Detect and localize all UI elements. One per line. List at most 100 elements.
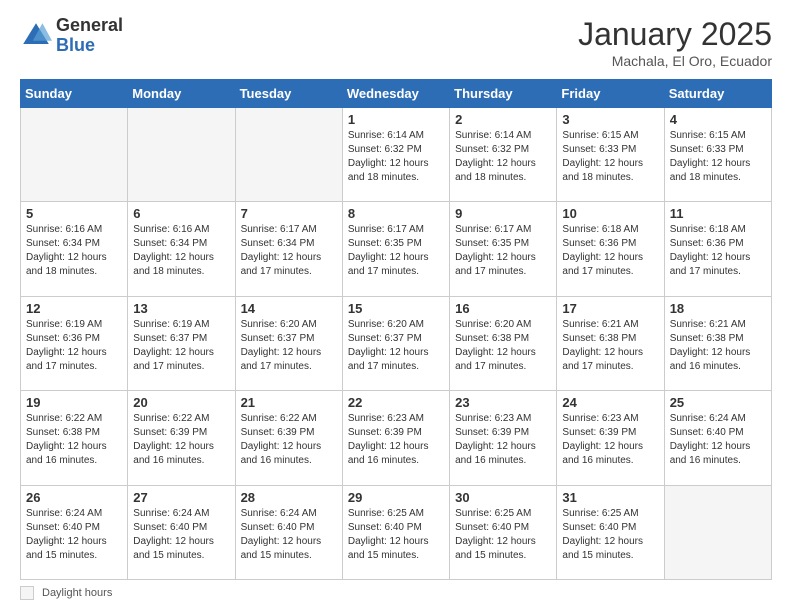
column-header-tuesday: Tuesday <box>235 80 342 108</box>
logo: General Blue <box>20 16 123 56</box>
day-cell: 2 Sunrise: 6:14 AMSunset: 6:32 PMDaylight… <box>450 108 557 202</box>
day-number: 16 <box>455 301 551 316</box>
day-info: Sunrise: 6:14 AMSunset: 6:32 PMDaylight:… <box>348 129 444 185</box>
day-number: 19 <box>26 395 122 410</box>
day-cell: 6 Sunrise: 6:16 AMSunset: 6:34 PMDaylight… <box>128 202 235 296</box>
day-cell <box>235 108 342 202</box>
day-number: 10 <box>562 206 658 221</box>
day-cell: 22 Sunrise: 6:23 AMSunset: 6:39 PMDayligh… <box>342 391 449 485</box>
day-cell: 31 Sunrise: 6:25 AMSunset: 6:40 PMDayligh… <box>557 485 664 579</box>
column-header-wednesday: Wednesday <box>342 80 449 108</box>
day-info: Sunrise: 6:24 AMSunset: 6:40 PMDaylight:… <box>26 507 122 563</box>
day-info: Sunrise: 6:24 AMSunset: 6:40 PMDaylight:… <box>670 412 766 468</box>
day-info: Sunrise: 6:22 AMSunset: 6:39 PMDaylight:… <box>241 412 337 468</box>
day-info: Sunrise: 6:23 AMSunset: 6:39 PMDaylight:… <box>562 412 658 468</box>
day-cell: 29Sunrise: 6:25 AMSunset: 6:40 PMDayligh… <box>342 485 449 579</box>
calendar-table: SundayMondayTuesdayWednesdayThursdayFrid… <box>20 79 772 580</box>
day-number: 26 <box>26 490 122 505</box>
day-number: 20 <box>133 395 229 410</box>
day-number: 27 <box>133 490 229 505</box>
daylight-box <box>20 586 34 600</box>
column-header-monday: Monday <box>128 80 235 108</box>
day-number: 29 <box>348 490 444 505</box>
day-cell: 14 Sunrise: 6:20 AMSunset: 6:37 PMDayligh… <box>235 296 342 390</box>
location-subtitle: Machala, El Oro, Ecuador <box>578 53 772 69</box>
day-cell: 11 Sunrise: 6:18 AMSunset: 6:36 PMDayligh… <box>664 202 771 296</box>
day-cell: 28Sunrise: 6:24 AMSunset: 6:40 PMDayligh… <box>235 485 342 579</box>
day-cell: 16 Sunrise: 6:20 AMSunset: 6:38 PMDayligh… <box>450 296 557 390</box>
day-cell: 26 Sunrise: 6:24 AMSunset: 6:40 PMDayligh… <box>21 485 128 579</box>
day-info: Sunrise: 6:18 AMSunset: 6:36 PMDaylight:… <box>562 223 658 279</box>
column-header-sunday: Sunday <box>21 80 128 108</box>
day-number: 30 <box>455 490 551 505</box>
day-number: 6 <box>133 206 229 221</box>
day-info: Sunrise: 6:23 AMSunset: 6:39 PMDaylight:… <box>455 412 551 468</box>
day-cell: 30Sunrise: 6:25 AMSunset: 6:40 PMDayligh… <box>450 485 557 579</box>
day-cell: 17Sunrise: 6:21 AMSunset: 6:38 PMDayligh… <box>557 296 664 390</box>
day-cell: 27 Sunrise: 6:24 AMSunset: 6:40 PMDayligh… <box>128 485 235 579</box>
day-info: Sunrise: 6:20 AMSunset: 6:37 PMDaylight:… <box>241 318 337 374</box>
day-cell: 19 Sunrise: 6:22 AMSunset: 6:38 PMDayligh… <box>21 391 128 485</box>
day-number: 13 <box>133 301 229 316</box>
day-info: Sunrise: 6:19 AMSunset: 6:37 PMDaylight:… <box>133 318 229 374</box>
day-number: 14 <box>241 301 337 316</box>
week-row-4: 19 Sunrise: 6:22 AMSunset: 6:38 PMDayligh… <box>21 391 772 485</box>
day-number: 5 <box>26 206 122 221</box>
day-cell: 7Sunrise: 6:17 AMSunset: 6:34 PMDaylight… <box>235 202 342 296</box>
day-info: Sunrise: 6:15 AMSunset: 6:33 PMDaylight:… <box>670 129 766 185</box>
day-info: Sunrise: 6:20 AMSunset: 6:38 PMDaylight:… <box>455 318 551 374</box>
logo-blue: Blue <box>56 36 123 56</box>
day-cell: 23 Sunrise: 6:23 AMSunset: 6:39 PMDayligh… <box>450 391 557 485</box>
day-number: 18 <box>670 301 766 316</box>
day-info: Sunrise: 6:22 AMSunset: 6:39 PMDaylight:… <box>133 412 229 468</box>
column-header-saturday: Saturday <box>664 80 771 108</box>
daylight-label: Daylight hours <box>42 587 112 599</box>
day-info: Sunrise: 6:16 AMSunset: 6:34 PMDaylight:… <box>26 223 122 279</box>
day-cell <box>664 485 771 579</box>
day-number: 11 <box>670 206 766 221</box>
day-cell: 4 Sunrise: 6:15 AMSunset: 6:33 PMDaylight… <box>664 108 771 202</box>
day-number: 12 <box>26 301 122 316</box>
day-number: 22 <box>348 395 444 410</box>
day-info: Sunrise: 6:19 AMSunset: 6:36 PMDaylight:… <box>26 318 122 374</box>
day-cell: 3Sunrise: 6:15 AMSunset: 6:33 PMDaylight… <box>557 108 664 202</box>
day-cell: 24Sunrise: 6:23 AMSunset: 6:39 PMDayligh… <box>557 391 664 485</box>
day-info: Sunrise: 6:23 AMSunset: 6:39 PMDaylight:… <box>348 412 444 468</box>
week-row-2: 5 Sunrise: 6:16 AMSunset: 6:34 PMDaylight… <box>21 202 772 296</box>
day-number: 2 <box>455 112 551 127</box>
day-info: Sunrise: 6:20 AMSunset: 6:37 PMDaylight:… <box>348 318 444 374</box>
day-cell: 18 Sunrise: 6:21 AMSunset: 6:38 PMDayligh… <box>664 296 771 390</box>
day-number: 25 <box>670 395 766 410</box>
day-number: 23 <box>455 395 551 410</box>
logo-general: General <box>56 16 123 36</box>
week-row-5: 26 Sunrise: 6:24 AMSunset: 6:40 PMDayligh… <box>21 485 772 579</box>
day-cell: 21Sunrise: 6:22 AMSunset: 6:39 PMDayligh… <box>235 391 342 485</box>
page: General Blue January 2025 Machala, El Or… <box>0 0 792 612</box>
day-cell: 20 Sunrise: 6:22 AMSunset: 6:39 PMDayligh… <box>128 391 235 485</box>
day-info: Sunrise: 6:21 AMSunset: 6:38 PMDaylight:… <box>670 318 766 374</box>
day-cell: 15Sunrise: 6:20 AMSunset: 6:37 PMDayligh… <box>342 296 449 390</box>
day-info: Sunrise: 6:24 AMSunset: 6:40 PMDaylight:… <box>241 507 337 563</box>
calendar-body: 1 Sunrise: 6:14 AMSunset: 6:32 PMDaylight… <box>21 108 772 580</box>
day-cell: 12 Sunrise: 6:19 AMSunset: 6:36 PMDayligh… <box>21 296 128 390</box>
day-number: 17 <box>562 301 658 316</box>
day-cell <box>21 108 128 202</box>
logo-text: General Blue <box>56 16 123 56</box>
day-number: 3 <box>562 112 658 127</box>
day-info: Sunrise: 6:22 AMSunset: 6:38 PMDaylight:… <box>26 412 122 468</box>
day-info: Sunrise: 6:25 AMSunset: 6:40 PMDaylight:… <box>562 507 658 563</box>
day-number: 31 <box>562 490 658 505</box>
day-cell: 13 Sunrise: 6:19 AMSunset: 6:37 PMDayligh… <box>128 296 235 390</box>
week-row-3: 12 Sunrise: 6:19 AMSunset: 6:36 PMDayligh… <box>21 296 772 390</box>
header: General Blue January 2025 Machala, El Or… <box>20 16 772 69</box>
day-info: Sunrise: 6:24 AMSunset: 6:40 PMDaylight:… <box>133 507 229 563</box>
day-info: Sunrise: 6:16 AMSunset: 6:34 PMDaylight:… <box>133 223 229 279</box>
month-title: January 2025 <box>578 16 772 53</box>
day-info: Sunrise: 6:14 AMSunset: 6:32 PMDaylight:… <box>455 129 551 185</box>
day-info: Sunrise: 6:17 AMSunset: 6:35 PMDaylight:… <box>455 223 551 279</box>
day-number: 1 <box>348 112 444 127</box>
logo-icon <box>20 20 52 52</box>
day-number: 4 <box>670 112 766 127</box>
day-cell: 8Sunrise: 6:17 AMSunset: 6:35 PMDaylight… <box>342 202 449 296</box>
day-info: Sunrise: 6:18 AMSunset: 6:36 PMDaylight:… <box>670 223 766 279</box>
